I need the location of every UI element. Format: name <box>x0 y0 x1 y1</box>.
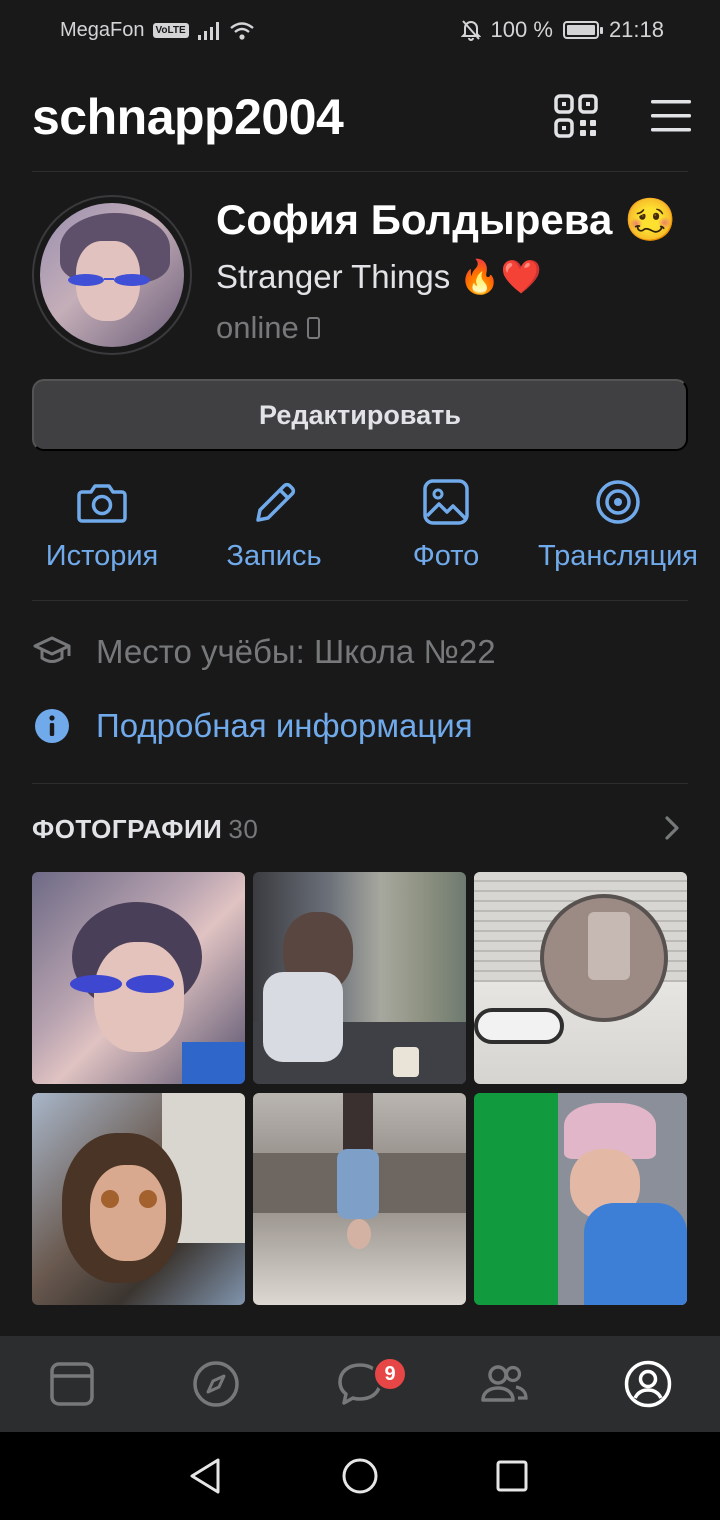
action-broadcast[interactable]: Трансляция <box>528 478 708 588</box>
chevron-right-icon[interactable] <box>660 814 684 842</box>
details-link[interactable]: Подробная информация <box>96 707 473 745</box>
graduation-cap-icon <box>32 632 72 672</box>
photos-section-header[interactable]: ФОТОГРАФИИ 30 <box>32 814 258 845</box>
friends-icon[interactable] <box>480 1360 528 1408</box>
photo-thumbnail[interactable] <box>253 1093 466 1305</box>
signal-icon <box>197 21 219 40</box>
details-link-row[interactable]: Подробная информация <box>32 706 473 746</box>
bell-off-icon <box>460 20 481 41</box>
recents-icon[interactable] <box>492 1456 532 1496</box>
system-nav-bar <box>0 1432 720 1520</box>
profile-name: София Болдырева 🥴 <box>216 196 677 243</box>
photo-thumbnail[interactable] <box>474 1093 687 1305</box>
photo-thumbnail[interactable] <box>253 872 466 1084</box>
photo-thumbnail[interactable] <box>32 1093 245 1305</box>
back-icon[interactable] <box>186 1456 226 1496</box>
status-left: MegaFon VoLTE <box>60 19 255 42</box>
status-right: 100 % 21:18 <box>460 17 664 43</box>
volte-badge: VoLTE <box>152 23 189 38</box>
wifi-icon <box>229 21 254 40</box>
battery-icon <box>562 21 603 39</box>
action-story-label: История <box>45 540 159 572</box>
edit-profile-button[interactable]: Редактировать <box>32 379 688 451</box>
top-bar: schnapp2004 <box>0 62 720 172</box>
action-broadcast-label: Трансляция <box>538 540 698 572</box>
action-story[interactable]: История <box>12 478 192 588</box>
actions-divider <box>32 600 688 601</box>
action-post[interactable]: Запись <box>184 478 364 588</box>
news-icon[interactable] <box>48 1360 96 1408</box>
photo-thumbnail[interactable] <box>474 872 687 1084</box>
education-row: Место учёбы: Школа №22 <box>32 632 496 672</box>
page-title: schnapp2004 <box>32 89 344 145</box>
broadcast-icon <box>596 480 640 524</box>
profile-icon[interactable] <box>624 1360 672 1408</box>
home-icon[interactable] <box>340 1456 380 1496</box>
info-divider <box>32 783 688 784</box>
profile-status[interactable]: Stranger Things 🔥❤️ <box>216 258 542 297</box>
header-divider <box>32 171 688 172</box>
menu-icon[interactable] <box>650 96 692 136</box>
photos-count: 30 <box>228 814 259 844</box>
photo-thumbnail[interactable] <box>32 872 245 1084</box>
info-icon <box>32 706 72 746</box>
battery-fill <box>566 25 595 35</box>
action-photo[interactable]: Фото <box>356 478 536 588</box>
action-photo-label: Фото <box>412 540 480 572</box>
clock: 21:18 <box>608 17 664 42</box>
mobile-phone-icon <box>306 317 320 339</box>
photos-title: ФОТОГРАФИИ <box>32 814 223 844</box>
avatar-image <box>40 203 184 347</box>
online-status: online <box>216 310 320 346</box>
presence-label: online <box>216 310 299 345</box>
battery-percent: 100 % <box>490 17 553 42</box>
qr-code-icon[interactable] <box>554 94 598 138</box>
status-bar: MegaFon VoLTE 100 % 21:18 <box>0 0 720 62</box>
pencil-icon <box>256 482 296 522</box>
carrier-name: MegaFon <box>60 19 145 41</box>
bottom-tab-bar <box>0 1336 720 1432</box>
discover-icon[interactable] <box>192 1360 240 1408</box>
image-icon <box>423 479 469 525</box>
education-text: Место учёбы: Школа №22 <box>96 633 496 670</box>
messages-badge: 9 <box>372 1356 408 1392</box>
avatar[interactable] <box>32 195 192 355</box>
action-post-label: Запись <box>226 540 322 572</box>
camera-icon <box>77 484 127 523</box>
